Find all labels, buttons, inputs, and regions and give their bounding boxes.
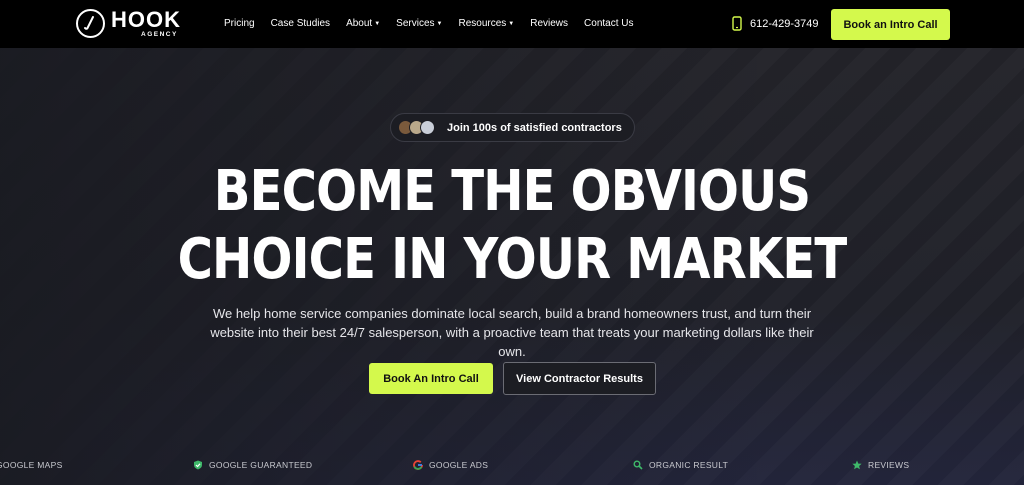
avatar-group (398, 120, 435, 135)
ticker-item-organic-result: ORGANIC RESULT (633, 460, 728, 470)
headline-line-1: BECOME THE OBVIOUS (213, 159, 811, 224)
logo[interactable]: HOOK AGENCY (76, 9, 181, 39)
hook-logo-icon (76, 9, 105, 39)
star-icon (852, 460, 862, 470)
nav-item-pricing[interactable]: Pricing (224, 18, 255, 29)
nav-item-services[interactable]: Services ▼ (396, 18, 442, 29)
chevron-down-icon: ▼ (374, 20, 381, 27)
social-proof-pill: Join 100s of satisfied contractors (390, 113, 635, 142)
avatar (420, 120, 435, 135)
shield-check-icon (194, 460, 202, 470)
ticker-item-reviews: REVIEWS (852, 460, 909, 470)
google-g-icon (413, 460, 423, 470)
chevron-down-icon: ▼ (508, 20, 515, 27)
top-navigation: HOOK AGENCY Pricing Case Studies About ▼ … (0, 0, 1024, 48)
view-contractor-results-button[interactable]: View Contractor Results (503, 362, 656, 395)
hero-headline: BECOME THE OBVIOUS CHOICE IN YOUR MARKET (72, 158, 953, 294)
headline-line-2: CHOICE IN YOUR MARKET (177, 227, 848, 292)
chevron-down-icon: ▼ (436, 20, 443, 27)
nav-item-case-studies[interactable]: Case Studies (271, 18, 330, 29)
phone-number: 612-429-3749 (750, 17, 819, 30)
book-intro-call-button[interactable]: Book An Intro Call (369, 363, 493, 394)
nav-item-about[interactable]: About ▼ (346, 18, 380, 29)
nav-links: Pricing Case Studies About ▼ Services ▼ Re… (224, 18, 650, 29)
ticker-item-google-guaranteed: GOOGLE GUARANTEED (193, 460, 312, 470)
nav-item-contact-us[interactable]: Contact Us (584, 18, 633, 29)
brand-name: HOOK (111, 7, 181, 32)
ticker-item-google-maps: GOOGLE MAPS (0, 460, 63, 470)
pill-text: Join 100s of satisfied contractors (447, 121, 622, 134)
hero-subtext: We help home service companies dominate … (210, 306, 814, 359)
search-icon (633, 460, 643, 470)
service-ticker: GOOGLE MAPS GOOGLE GUARANTEED GOOGLE ADS… (0, 460, 1024, 474)
brand-sub: AGENCY (141, 31, 178, 38)
book-intro-call-nav-button[interactable]: Book an Intro Call (831, 9, 950, 40)
nav-item-reviews[interactable]: Reviews (530, 18, 568, 29)
ticker-item-google-ads: GOOGLE ADS (413, 460, 488, 470)
phone-icon (732, 16, 742, 31)
nav-item-resources[interactable]: Resources ▼ (458, 18, 514, 29)
phone-link[interactable]: 612-429-3749 (732, 16, 819, 31)
